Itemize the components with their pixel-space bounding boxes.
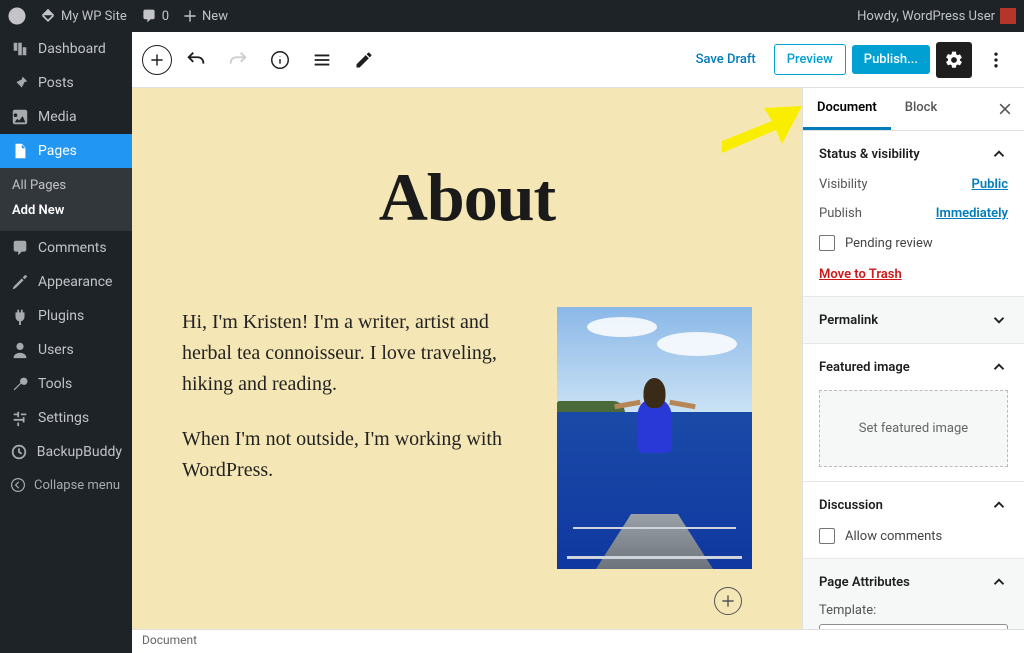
set-featured-image-button[interactable]: Set featured image — [819, 390, 1008, 467]
sidebar-sub-all-pages[interactable]: All Pages — [0, 173, 132, 198]
backup-icon — [10, 442, 29, 462]
sidebar-sub-add-new[interactable]: Add New — [0, 198, 132, 223]
block-editor: Save Draft Preview Publish... About Hi, … — [132, 32, 1024, 653]
template-label: Template: — [819, 603, 1008, 618]
new-content-link[interactable]: New — [183, 9, 228, 24]
add-block-button[interactable] — [142, 45, 172, 75]
block-navigation-button[interactable] — [304, 42, 340, 78]
brush-icon — [10, 272, 30, 292]
sidebar-item-tools[interactable]: Tools — [0, 367, 132, 401]
content-info-button[interactable] — [262, 42, 298, 78]
dashboard-icon — [10, 39, 30, 59]
visibility-label: Visibility — [819, 177, 868, 192]
page-attributes-panel: Page Attributes Template: Default templa… — [803, 559, 1024, 629]
settings-tabs: Document Block — [803, 88, 1024, 131]
annotation-arrow — [722, 96, 802, 156]
edit-button[interactable] — [346, 42, 382, 78]
comments-icon — [10, 238, 30, 258]
redo-button[interactable] — [220, 42, 256, 78]
howdy-account[interactable]: Howdy, WordPress User — [857, 8, 1016, 24]
status-visibility-toggle[interactable]: Status & visibility — [819, 145, 1008, 163]
publish-value-button[interactable]: Immediately — [936, 206, 1008, 221]
avatar-icon — [1000, 8, 1016, 24]
page-attributes-toggle[interactable]: Page Attributes — [819, 573, 1008, 591]
permalink-toggle[interactable]: Permalink — [819, 311, 1008, 329]
sidebar-item-users[interactable]: Users — [0, 333, 132, 367]
sidebar-item-backupbuddy[interactable]: BackupBuddy — [0, 435, 132, 469]
editor-footer-breadcrumb[interactable]: Document — [132, 629, 1024, 653]
sidebar-item-pages[interactable]: Pages — [0, 134, 132, 168]
sidebar-item-dashboard[interactable]: Dashboard — [0, 32, 132, 66]
more-options-button[interactable] — [978, 42, 1014, 78]
checkbox-icon — [819, 235, 835, 251]
user-icon — [10, 340, 30, 360]
paragraph-2[interactable]: When I'm not outside, I'm working with W… — [182, 424, 527, 486]
featured-image-toggle[interactable]: Featured image — [819, 358, 1008, 376]
admin-sidebar: Dashboard Posts Media Pages All Pages Ad… — [0, 32, 132, 653]
publish-button[interactable]: Publish... — [852, 45, 930, 74]
move-to-trash-button[interactable]: Move to Trash — [819, 267, 902, 282]
wp-logo-icon[interactable] — [8, 7, 26, 25]
comments-link[interactable]: 0 — [141, 8, 169, 24]
chevron-down-icon — [990, 311, 1008, 329]
sidebar-item-settings[interactable]: Settings — [0, 401, 132, 435]
chevron-up-icon — [990, 496, 1008, 514]
editor-canvas[interactable]: About Hi, I'm Kristen! I'm a writer, art… — [132, 88, 802, 629]
chevron-up-icon — [990, 358, 1008, 376]
pin-icon — [10, 73, 30, 93]
pages-icon — [10, 141, 30, 161]
featured-image-panel: Featured image Set featured image — [803, 344, 1024, 482]
sidebar-item-appearance[interactable]: Appearance — [0, 265, 132, 299]
sidebar-item-posts[interactable]: Posts — [0, 66, 132, 100]
editor-toolbar: Save Draft Preview Publish... — [132, 32, 1024, 88]
settings-toggle-button[interactable] — [936, 42, 972, 78]
sliders-icon — [10, 408, 30, 428]
visibility-value-button[interactable]: Public — [972, 177, 1008, 192]
columns-block[interactable]: Hi, I'm Kristen! I'm a writer, artist an… — [182, 307, 752, 569]
discussion-toggle[interactable]: Discussion — [819, 496, 1008, 514]
close-panel-button[interactable] — [992, 96, 1018, 122]
preview-button[interactable]: Preview — [774, 44, 846, 75]
settings-panel: Document Block Status & visibility Visib… — [802, 88, 1024, 629]
pending-review-checkbox[interactable]: Pending review — [819, 235, 1008, 251]
sidebar-submenu-pages: All Pages Add New — [0, 168, 132, 231]
chevron-up-icon — [990, 573, 1008, 591]
checkbox-icon — [819, 528, 835, 544]
chevron-up-icon — [990, 145, 1008, 163]
allow-comments-checkbox[interactable]: Allow comments — [819, 528, 1008, 544]
sidebar-item-plugins[interactable]: Plugins — [0, 299, 132, 333]
image-block[interactable] — [557, 307, 752, 569]
paragraph-1[interactable]: Hi, I'm Kristen! I'm a writer, artist an… — [182, 307, 527, 400]
tab-document[interactable]: Document — [803, 88, 891, 130]
sidebar-item-media[interactable]: Media — [0, 100, 132, 134]
tab-block[interactable]: Block — [891, 88, 951, 130]
media-icon — [10, 107, 30, 127]
plug-icon — [10, 306, 30, 326]
collapse-menu-button[interactable]: Collapse menu — [0, 469, 132, 501]
save-draft-button[interactable]: Save Draft — [684, 45, 768, 74]
discussion-panel: Discussion Allow comments — [803, 482, 1024, 559]
publish-label: Publish — [819, 206, 862, 221]
sidebar-item-comments[interactable]: Comments — [0, 231, 132, 265]
page-title-input[interactable]: About — [182, 158, 752, 237]
permalink-panel: Permalink — [803, 297, 1024, 344]
wp-admin-bar: My WP Site 0 New Howdy, WordPress User — [0, 0, 1024, 32]
undo-button[interactable] — [178, 42, 214, 78]
paragraph-block[interactable]: Hi, I'm Kristen! I'm a writer, artist an… — [182, 307, 527, 510]
status-visibility-panel: Status & visibility Visibility Public Pub… — [803, 131, 1024, 297]
wrench-icon — [10, 374, 30, 394]
site-name-link[interactable]: My WP Site — [40, 8, 127, 24]
block-appender-button[interactable] — [714, 587, 742, 615]
